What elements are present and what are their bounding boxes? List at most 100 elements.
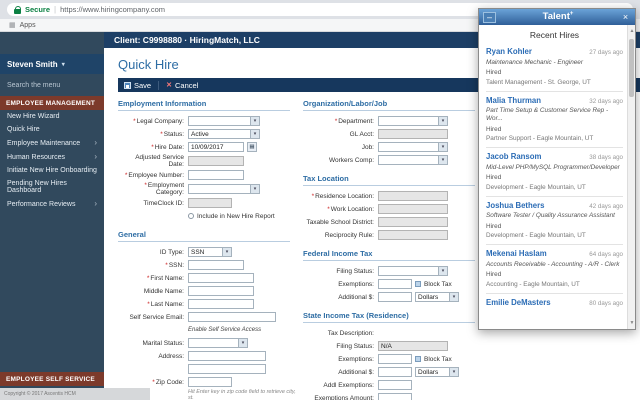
checkbox-block-tax[interactable]: [415, 281, 421, 287]
input-zip-code[interactable]: [188, 377, 232, 387]
hire-status: Hired: [486, 223, 623, 230]
hire-name[interactable]: Emilie DeMasters: [486, 298, 551, 307]
input-exemptions-amount[interactable]: [378, 393, 412, 400]
save-label: Save: [134, 81, 151, 90]
sidebar-item-initiate-new-hire-onboarding[interactable]: Initiate New Hire Onboarding: [0, 164, 104, 177]
hire-name[interactable]: Ryan Kohler: [486, 47, 532, 56]
select-dollars[interactable]: Dollars▾: [415, 367, 459, 377]
select-status[interactable]: Active▾: [188, 129, 260, 139]
checkbox-include-in-new-hire-report[interactable]: [188, 213, 194, 219]
select-employment-category[interactable]: ▾: [188, 184, 260, 194]
sidebar-item-label: Employee Maintenance: [7, 140, 80, 147]
input-taxable-school-district[interactable]: [378, 217, 448, 227]
select-id-type[interactable]: SSN ▾: [188, 247, 232, 257]
sidebar-item-performance-reviews[interactable]: Performance Reviews›: [0, 197, 104, 211]
sidebar-search-input[interactable]: Search the menu: [0, 74, 104, 96]
input-adjusted-service-date[interactable]: [188, 156, 244, 166]
select-job[interactable]: ▾: [378, 142, 448, 152]
select-dollars[interactable]: Dollars▾: [415, 292, 459, 302]
hire-name[interactable]: Joshua Bethers: [486, 201, 545, 210]
popup-close-button[interactable]: ×: [620, 12, 631, 22]
field-row-marital-status: Marital Status:▾: [118, 337, 303, 349]
sidebar-item-quick-hire[interactable]: Quick Hire: [0, 123, 104, 136]
field-row-enable-self-service-access: Enable Self Service Access: [118, 324, 303, 336]
input-timeclock-id[interactable]: [188, 198, 232, 208]
select-filing-status[interactable]: ▾: [378, 266, 448, 276]
required-asterisk: *: [147, 275, 150, 282]
sidebar-item-label: Performance Reviews: [7, 201, 75, 208]
field-row-employee-number: *Employee Number:: [118, 169, 303, 181]
input-addl-exemptions[interactable]: [378, 380, 412, 390]
sidebar-item-label: Quick Hire: [7, 126, 40, 133]
hire-ago: 42 days ago: [589, 203, 623, 210]
popup-minimize-button[interactable]: –: [483, 12, 496, 23]
scroll-down-icon[interactable]: ▼: [628, 319, 636, 327]
input-hire-date[interactable]: 10/09/2017: [188, 142, 244, 152]
user-menu[interactable]: Steven Smith ▾: [0, 54, 104, 74]
input-filing-status[interactable]: N/A: [378, 341, 448, 351]
dropdown-arrow-icon: ▾: [438, 117, 447, 125]
field-control: ▾: [188, 184, 260, 194]
input-work-location[interactable]: [378, 204, 448, 214]
input-self-service-email[interactable]: [188, 312, 276, 322]
field-control: [188, 377, 232, 387]
sidebar-section-employee-self-service[interactable]: EMPLOYEE SELF SERVICE: [0, 372, 104, 386]
scrollbar-thumb[interactable]: [629, 39, 634, 97]
sidebar-item-human-resources[interactable]: Human Resources›: [0, 150, 104, 164]
input-field[interactable]: [188, 364, 266, 374]
field-control: [188, 312, 276, 322]
select-department[interactable]: ▾: [378, 116, 448, 126]
apps-bookmark[interactable]: Apps: [20, 22, 36, 29]
sidebar-item-pending-new-hires-dashboard[interactable]: Pending New Hires Dashboard: [0, 177, 104, 197]
checkbox-label: Block Tax: [424, 356, 452, 363]
field-control: Dollars▾: [378, 292, 459, 302]
section-title: General: [118, 230, 290, 242]
input-reciprocity-rule[interactable]: [378, 230, 448, 240]
popup-scrollbar[interactable]: ▲ ▼: [627, 25, 635, 329]
sidebar-item-new-hire-wizard[interactable]: New Hire Wizard: [0, 110, 104, 123]
field-label: Middle Name:: [118, 288, 188, 295]
field-control: [378, 230, 448, 240]
input-exemptions[interactable]: [378, 279, 412, 289]
save-button[interactable]: Save: [124, 81, 151, 90]
select-legal-company[interactable]: ▾: [188, 116, 260, 126]
hire-dept: Talent Management - St. George, UT: [486, 79, 623, 86]
input-gl-acct[interactable]: [378, 129, 448, 139]
select-workers-comp[interactable]: ▾: [378, 155, 448, 165]
field-row-exemptions: Exemptions:Block Tax: [303, 353, 553, 365]
link-enable-self-service-access[interactable]: Enable Self Service Access: [188, 327, 261, 333]
checkbox-label: Include in New Hire Report: [197, 213, 275, 220]
input-address[interactable]: [188, 351, 266, 361]
required-asterisk: *: [335, 118, 338, 125]
checkbox-block-tax[interactable]: [415, 356, 421, 362]
input-first-name[interactable]: [188, 273, 254, 283]
sidebar-item-employee-maintenance[interactable]: Employee Maintenance›: [0, 136, 104, 150]
field-label: Workers Comp:: [303, 157, 378, 164]
hire-name[interactable]: Mekenai Haslam: [486, 249, 547, 258]
input-additional[interactable]: [378, 292, 412, 302]
toolbar-divider: [158, 81, 159, 90]
input-additional[interactable]: [378, 367, 412, 377]
calendar-icon[interactable]: ▦: [247, 142, 257, 152]
input-exemptions[interactable]: [378, 354, 412, 364]
hire-name[interactable]: Jacob Ransom: [486, 152, 541, 161]
input-ssn[interactable]: [188, 260, 244, 270]
input-last-name[interactable]: [188, 299, 254, 309]
input-residence-location[interactable]: [378, 191, 448, 201]
cancel-button[interactable]: ✕ Cancel: [166, 81, 198, 90]
hire-name[interactable]: Malia Thurman: [486, 96, 541, 105]
browser-window: Secure | https://www.hiringcompany.com ▦…: [0, 0, 640, 400]
field-control: ▾: [188, 338, 248, 348]
field-control: [188, 156, 244, 166]
dropdown-arrow-icon: ▾: [222, 248, 231, 256]
select-marital-status[interactable]: ▾: [188, 338, 248, 348]
address-separator: |: [54, 5, 56, 14]
input-middle-name[interactable]: [188, 286, 254, 296]
scroll-up-icon[interactable]: ▲: [628, 27, 636, 35]
sidebar-item-label: Pending New Hires Dashboard: [7, 180, 97, 194]
required-asterisk: *: [147, 301, 150, 308]
input-employee-number[interactable]: [188, 170, 244, 180]
select-value: SSN: [191, 249, 204, 256]
field-label: *Last Name:: [118, 301, 188, 308]
field-label: *Employee Number:: [118, 172, 188, 179]
